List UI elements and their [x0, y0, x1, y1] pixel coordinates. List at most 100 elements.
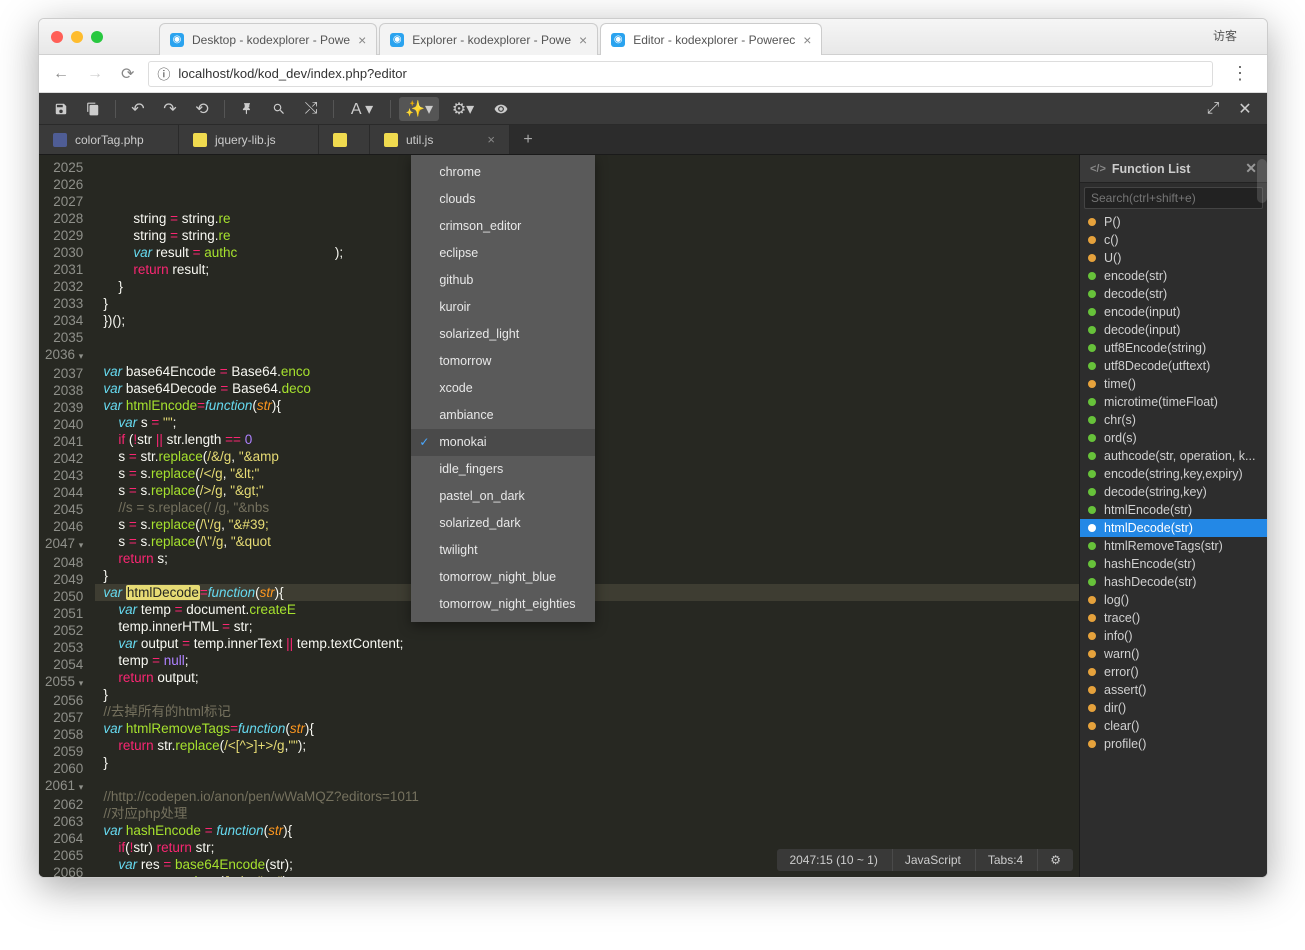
theme-option[interactable]: ambiance: [411, 402, 595, 429]
code-line[interactable]: //去掉所有的html标记: [95, 703, 1079, 720]
function-item[interactable]: encode(string,key,expiry): [1080, 465, 1267, 483]
function-item[interactable]: decode(input): [1080, 321, 1267, 339]
function-item[interactable]: time(): [1080, 375, 1267, 393]
browser-menu[interactable]: ⋮: [1223, 63, 1257, 84]
function-item[interactable]: authcode(str, operation, k...: [1080, 447, 1267, 465]
cursor-position[interactable]: 2047:15 (10 ~ 1): [777, 849, 889, 871]
back-button[interactable]: ←: [49, 61, 73, 87]
code-line[interactable]: return str.replace(/<[^>]+>/g,"");: [95, 737, 1079, 754]
language-mode[interactable]: JavaScript: [892, 849, 973, 871]
theme-option[interactable]: tomorrow_night_blue: [411, 564, 595, 591]
code-line[interactable]: }: [95, 754, 1079, 771]
function-item[interactable]: encode(str): [1080, 267, 1267, 285]
code-line[interactable]: return output;: [95, 669, 1079, 686]
function-item[interactable]: clear(): [1080, 717, 1267, 735]
browser-tab[interactable]: ◉Explorer - kodexplorer - Powe×: [379, 23, 598, 55]
code-line[interactable]: temp = null;: [95, 652, 1079, 669]
eye-icon[interactable]: [487, 97, 515, 121]
code-line[interactable]: //http://codepen.io/anon/pen/wWaMQZ?edit…: [95, 788, 1079, 805]
theme-option[interactable]: solarized_light: [411, 321, 595, 348]
maximize-window[interactable]: [91, 31, 103, 43]
code-line[interactable]: var output = temp.innerText || temp.text…: [95, 635, 1079, 652]
tab-close-icon[interactable]: ×: [803, 32, 811, 48]
function-item[interactable]: hashDecode(str): [1080, 573, 1267, 591]
code-editor[interactable]: 2025202620272028202920302031203220332034…: [39, 155, 1079, 877]
function-item[interactable]: c(): [1080, 231, 1267, 249]
file-tab[interactable]: [319, 125, 370, 154]
theme-option[interactable]: pastel_on_dark: [411, 483, 595, 510]
tab-close-icon[interactable]: ×: [358, 32, 366, 48]
tab-size[interactable]: Tabs:4: [975, 849, 1035, 871]
function-item[interactable]: htmlRemoveTags(str): [1080, 537, 1267, 555]
pin-icon[interactable]: [233, 97, 261, 121]
file-tab[interactable]: jquery-lib.js: [179, 125, 319, 154]
code-line[interactable]: res = res.replace(/\+/g, "_a");: [95, 873, 1079, 877]
theme-option[interactable]: tomorrow_night_eighties: [411, 591, 595, 618]
panel-close-icon[interactable]: ✕: [1245, 160, 1257, 177]
file-tab[interactable]: util.js×: [370, 125, 510, 154]
function-item[interactable]: microtime(timeFloat): [1080, 393, 1267, 411]
undo-icon[interactable]: ↶: [124, 97, 152, 121]
minimize-window[interactable]: [71, 31, 83, 43]
add-tab-button[interactable]: +: [510, 125, 546, 154]
theme-option[interactable]: solarized_dark: [411, 510, 595, 537]
refresh-icon[interactable]: ⟲: [188, 97, 216, 121]
tab-close-icon[interactable]: ×: [487, 132, 495, 147]
function-item[interactable]: U(): [1080, 249, 1267, 267]
theme-option[interactable]: chrome: [411, 159, 595, 186]
address-bar[interactable]: ⓘ localhost/kod/kod_dev/index.php?editor: [148, 61, 1213, 87]
code-line[interactable]: [95, 771, 1079, 788]
function-item[interactable]: utf8Decode(utftext): [1080, 357, 1267, 375]
gear-icon[interactable]: ⚙▾: [443, 97, 483, 121]
theme-option[interactable]: crimson_editor: [411, 213, 595, 240]
theme-option[interactable]: github: [411, 267, 595, 294]
close-window[interactable]: [51, 31, 63, 43]
function-item[interactable]: decode(string,key): [1080, 483, 1267, 501]
function-item[interactable]: info(): [1080, 627, 1267, 645]
shuffle-icon[interactable]: ⤭: [297, 97, 325, 121]
file-tab[interactable]: colorTag.php: [39, 125, 179, 154]
function-item[interactable]: chr(s): [1080, 411, 1267, 429]
theme-option[interactable]: clouds: [411, 186, 595, 213]
code-line[interactable]: var hashEncode = function(str){: [95, 822, 1079, 839]
function-item[interactable]: htmlDecode(str): [1080, 519, 1267, 537]
browser-tab[interactable]: ◉Desktop - kodexplorer - Powe×: [159, 23, 377, 55]
function-item[interactable]: warn(): [1080, 645, 1267, 663]
theme-option[interactable]: ✓monokai: [411, 429, 595, 456]
fullscreen-icon[interactable]: ⤢: [1199, 97, 1227, 121]
function-item[interactable]: utf8Encode(string): [1080, 339, 1267, 357]
theme-option[interactable]: eclipse: [411, 240, 595, 267]
save-icon[interactable]: [47, 97, 75, 121]
code-line[interactable]: //对应php处理: [95, 805, 1079, 822]
function-item[interactable]: encode(input): [1080, 303, 1267, 321]
function-item[interactable]: profile(): [1080, 735, 1267, 753]
code-line[interactable]: }: [95, 686, 1079, 703]
function-item[interactable]: error(): [1080, 663, 1267, 681]
theme-option[interactable]: twilight: [411, 537, 595, 564]
function-item[interactable]: decode(str): [1080, 285, 1267, 303]
status-gear-icon[interactable]: ⚙: [1037, 849, 1073, 871]
theme-option[interactable]: idle_fingers: [411, 456, 595, 483]
info-icon[interactable]: ⓘ: [157, 64, 170, 83]
function-item[interactable]: P(): [1080, 213, 1267, 231]
code-line[interactable]: var htmlRemoveTags=function(str){: [95, 720, 1079, 737]
function-item[interactable]: log(): [1080, 591, 1267, 609]
function-item[interactable]: hashEncode(str): [1080, 555, 1267, 573]
function-item[interactable]: trace(): [1080, 609, 1267, 627]
close-icon[interactable]: ✕: [1231, 97, 1259, 121]
reload-button[interactable]: ⟳: [117, 60, 138, 88]
theme-option[interactable]: kuroir: [411, 294, 595, 321]
redo-icon[interactable]: ↷: [156, 97, 184, 121]
theme-option[interactable]: xcode: [411, 375, 595, 402]
font-icon[interactable]: A ▾: [342, 97, 382, 121]
theme-option[interactable]: tomorrow: [411, 348, 595, 375]
forward-button[interactable]: →: [83, 61, 107, 87]
browser-tab[interactable]: ◉Editor - kodexplorer - Powerec×: [600, 23, 822, 55]
function-search-input[interactable]: [1084, 187, 1263, 209]
guest-label[interactable]: 访客: [1213, 27, 1237, 44]
function-item[interactable]: assert(): [1080, 681, 1267, 699]
function-item[interactable]: dir(): [1080, 699, 1267, 717]
function-item[interactable]: ord(s): [1080, 429, 1267, 447]
tab-close-icon[interactable]: ×: [579, 32, 587, 48]
search-icon[interactable]: [265, 97, 293, 121]
